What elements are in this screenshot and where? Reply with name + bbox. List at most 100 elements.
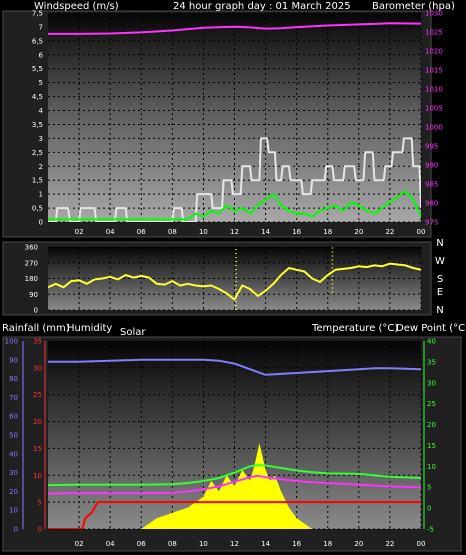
barometer-tick-label: 1000 bbox=[425, 124, 443, 132]
x-tick-label: 08 bbox=[168, 540, 177, 548]
windspeed-tick-label: 2 bbox=[39, 163, 43, 171]
windspeed-tick-label: 0 bbox=[39, 219, 43, 227]
x-tick-label: 18 bbox=[323, 540, 332, 548]
barometer-tick-label: 1010 bbox=[425, 86, 443, 94]
compass-letter-n: N bbox=[436, 305, 443, 316]
rain-tick-label: 35 bbox=[33, 338, 42, 346]
humidity-tick-label: 30 bbox=[9, 469, 18, 477]
x-tick-label: 08 bbox=[168, 228, 177, 236]
rain-tick-label: 15 bbox=[33, 445, 42, 453]
x-tick-label: 12 bbox=[230, 540, 239, 548]
humidity-title: Humidity bbox=[67, 323, 112, 334]
x-tick-label: 16 bbox=[292, 540, 301, 548]
x-tick-label: 22 bbox=[385, 228, 394, 236]
x-tick-label: 10 bbox=[199, 228, 208, 236]
humidity-tick-label: 10 bbox=[9, 507, 18, 515]
x-tick-label: 18 bbox=[323, 228, 332, 236]
x-tick-label: 00 bbox=[417, 540, 426, 548]
windspeed-tick-label: 5 bbox=[39, 79, 43, 87]
barometer-tick-label: 990 bbox=[425, 162, 438, 170]
temperature-title: Temperature (°C) bbox=[311, 323, 398, 334]
rain-tick-label: 5 bbox=[38, 499, 42, 507]
humidity-tick-label: 50 bbox=[9, 432, 18, 440]
humidity-tick-label: 40 bbox=[9, 450, 18, 458]
barometer-tick-label: 1030 bbox=[425, 10, 443, 18]
temperature-tick-label: 10 bbox=[427, 463, 436, 471]
rainfall-title: Rainfall (mm) bbox=[2, 323, 70, 334]
x-tick-label: 14 bbox=[261, 228, 270, 236]
windspeed-tick-label: 4 bbox=[39, 107, 44, 115]
windspeed-axis-title: Windspeed (m/s) bbox=[34, 1, 119, 12]
temperature-tick-label: 0 bbox=[427, 505, 431, 513]
humidity-tick-label: 70 bbox=[9, 394, 18, 402]
compass-letter-e: E bbox=[437, 287, 443, 298]
x-tick-label: 02 bbox=[75, 228, 84, 236]
humidity-tick-label: 90 bbox=[9, 356, 18, 364]
windspeed-tick-label: 1,5 bbox=[32, 177, 43, 185]
weather-graph: Windspeed (m/s) 24 hour graph day : 01 M… bbox=[2, 1, 466, 552]
barometer-tick-label: 1015 bbox=[425, 67, 443, 75]
x-tick-label: 00 bbox=[417, 228, 426, 236]
graph-title: 24 hour graph day : 01 March 2025 bbox=[173, 1, 351, 12]
direction-tick-label: 360 bbox=[25, 244, 38, 252]
temperature-tick-label: 35 bbox=[427, 358, 436, 366]
x-tick-label: 06 bbox=[137, 228, 146, 236]
rain-tick-label: 10 bbox=[33, 472, 42, 480]
temperature-tick-label: 25 bbox=[427, 400, 436, 408]
x-tick-label: 10 bbox=[199, 540, 208, 548]
windspeed-tick-label: 7,5 bbox=[32, 10, 43, 18]
rain-tick-label: 30 bbox=[33, 364, 42, 372]
temperature-tick-label: 40 bbox=[427, 338, 436, 346]
temperature-tick-label: 5 bbox=[427, 484, 431, 492]
windspeed-tick-label: 6,5 bbox=[32, 37, 43, 45]
x-tick-label: 16 bbox=[292, 228, 301, 236]
temperature-tick-label: 30 bbox=[427, 379, 436, 387]
barometer-tick-label: 975 bbox=[425, 219, 438, 227]
x-tick-label: 20 bbox=[354, 228, 363, 236]
windspeed-tick-label: 7 bbox=[39, 23, 43, 31]
humidity-tick-label: 80 bbox=[9, 375, 18, 383]
x-tick-label: 14 bbox=[261, 540, 270, 548]
windspeed-tick-label: 3 bbox=[39, 135, 43, 143]
x-tick-label: 12 bbox=[230, 228, 239, 236]
humidity-tick-label: 20 bbox=[9, 488, 18, 496]
temperature-tick-label: 20 bbox=[427, 421, 436, 429]
compass-labels: NWSEN bbox=[435, 238, 445, 316]
windspeed-tick-label: 6 bbox=[39, 51, 44, 59]
barometer-tick-label: 985 bbox=[425, 181, 438, 189]
solar-title: Solar bbox=[120, 327, 146, 338]
x-tick-label: 06 bbox=[137, 540, 146, 548]
compass-letter-n: N bbox=[436, 238, 443, 249]
windspeed-tick-label: 5,5 bbox=[32, 65, 43, 73]
windspeed-tick-label: 1 bbox=[39, 191, 43, 199]
rain-tick-label: 20 bbox=[33, 418, 42, 426]
rain-tick-label: 25 bbox=[33, 391, 42, 399]
x-tick-label: 04 bbox=[106, 228, 115, 236]
rain-tick-label: 0 bbox=[38, 526, 42, 534]
windspeed-tick-label: 0,5 bbox=[32, 205, 43, 213]
dew-point-title: Dew Point (°C) bbox=[396, 323, 466, 334]
direction-tick-label: 90 bbox=[29, 291, 38, 299]
barometer-tick-label: 995 bbox=[425, 143, 438, 151]
direction-tick-label: 270 bbox=[25, 259, 38, 267]
humidity-tick-label: 0 bbox=[14, 526, 18, 534]
direction-tick-label: 0 bbox=[34, 307, 38, 315]
x-tick-label: 04 bbox=[106, 540, 115, 548]
windspeed-tick-label: 3,5 bbox=[32, 121, 43, 129]
barometer-tick-label: 980 bbox=[425, 200, 438, 208]
compass-letter-w: W bbox=[435, 256, 445, 267]
humidity-tick-label: 60 bbox=[9, 413, 18, 421]
barometer-tick-label: 1020 bbox=[425, 48, 443, 56]
x-tick-label: 20 bbox=[354, 540, 363, 548]
x-tick-label: 02 bbox=[75, 540, 84, 548]
humidity-tick-label: 100 bbox=[5, 338, 18, 346]
barometer-tick-label: 1025 bbox=[425, 29, 443, 37]
temperature-tick-label: 15 bbox=[427, 442, 436, 450]
windspeed-tick-label: 2,5 bbox=[32, 149, 43, 157]
temperature-tick-label: -5 bbox=[427, 526, 434, 534]
direction-tick-label: 180 bbox=[25, 275, 38, 283]
barometer-tick-label: 1005 bbox=[425, 105, 443, 113]
compass-letter-s: S bbox=[437, 274, 443, 285]
windspeed-tick-label: 4,5 bbox=[32, 93, 43, 101]
x-tick-label: 22 bbox=[385, 540, 394, 548]
